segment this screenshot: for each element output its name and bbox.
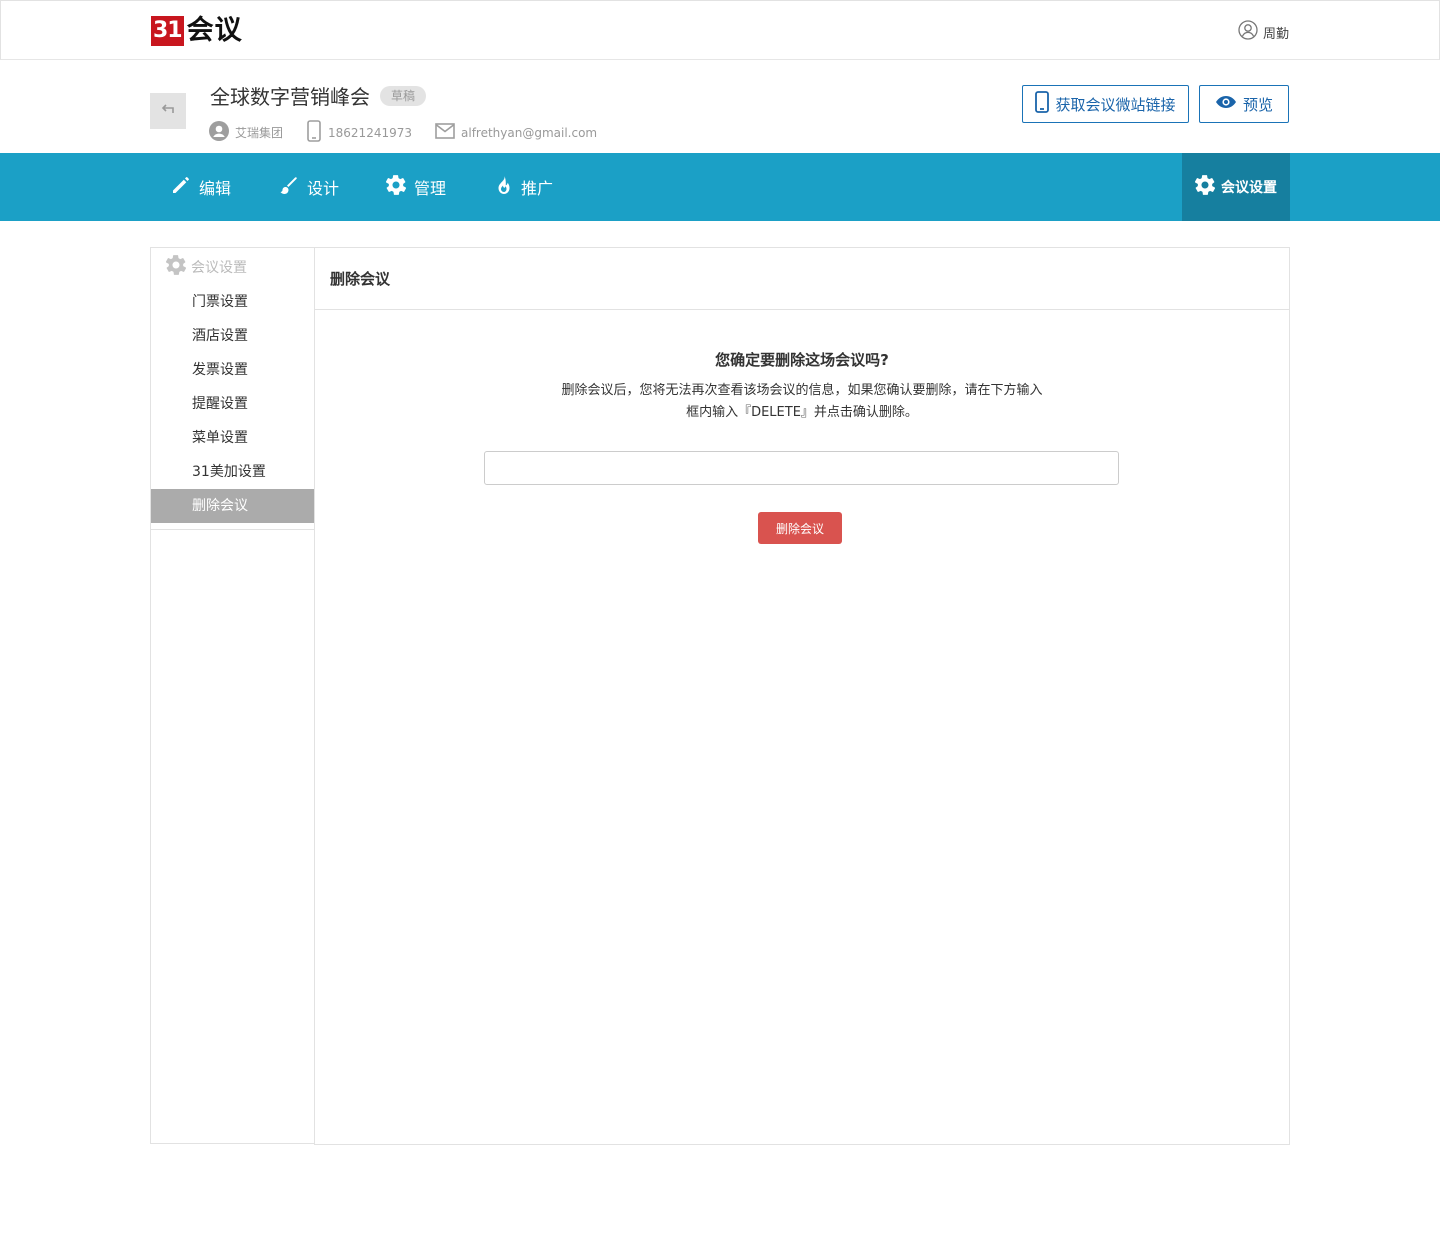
event-meta: 艾瑞集团 18621241973 alfrethyan@gmail.com	[209, 120, 620, 145]
person-icon	[209, 121, 235, 144]
sidebar-divider	[151, 529, 315, 530]
organizer-name: 艾瑞集团	[235, 126, 284, 140]
user-menu[interactable]: 周勤	[1238, 20, 1289, 44]
back-button[interactable]	[150, 93, 186, 129]
sidebar-item-delete-event[interactable]: 删除会议	[151, 489, 315, 523]
sidebar-item-reminder[interactable]: 提醒设置	[151, 387, 315, 421]
phone-info: 18621241973	[306, 120, 412, 145]
sidebar-heading-label: 会议设置	[191, 259, 247, 276]
delete-event-button[interactable]: 删除会议	[758, 512, 842, 544]
pencil-icon	[171, 175, 199, 199]
nav-edit-label: 编辑	[199, 179, 232, 198]
confirm-description-line-1: 删除会议后，您将无法再次查看该场会议的信息，如果您确认要删除，请在下方输入	[561, 383, 1043, 398]
logo-text: 会议	[186, 15, 243, 46]
sidebar-item-menu[interactable]: 菜单设置	[151, 421, 315, 455]
sidebar-item-hotel[interactable]: 酒店设置	[151, 319, 315, 353]
preview-button[interactable]: 预览	[1199, 85, 1289, 123]
nav-manage[interactable]: 管理	[385, 153, 447, 221]
panel-title: 删除会议	[315, 248, 1289, 310]
mail-icon	[435, 123, 461, 142]
nav-design[interactable]: 设计	[279, 153, 339, 221]
sidebar-item-tickets[interactable]: 门票设置	[151, 285, 315, 319]
back-arrow-icon	[159, 100, 177, 122]
gear-icon	[165, 254, 191, 279]
get-microsite-link-button[interactable]: 获取会议微站链接	[1022, 85, 1189, 123]
confirm-description-line-2: 框内输入『DELETE』并点击确认删除。	[686, 405, 918, 420]
delete-event-panel: 删除会议 您确定要删除这场会议吗? 删除会议后，您将无法再次查看该场会议的信息，…	[314, 247, 1290, 1145]
confirm-title: 您确定要删除这场会议吗?	[715, 351, 889, 369]
brush-icon	[279, 175, 307, 199]
user-icon	[1238, 20, 1263, 44]
email-address: alfrethyan@gmail.com	[461, 125, 598, 140]
status-badge: 草稿	[380, 85, 427, 106]
flame-icon	[493, 175, 521, 199]
nav-manage-label: 管理	[414, 179, 447, 198]
nav-promote[interactable]: 推广	[493, 153, 553, 221]
sidebar-item-31meijia[interactable]: 31美加设置	[151, 455, 315, 489]
phone-number: 18621241973	[328, 125, 412, 140]
organizer-info: 艾瑞集团	[209, 121, 283, 144]
email-info: alfrethyan@gmail.com	[435, 123, 597, 142]
phone-icon	[306, 120, 328, 145]
microsite-button-label: 获取会议微站链接	[1055, 95, 1176, 114]
sidebar-item-invoice[interactable]: 发票设置	[151, 353, 315, 387]
gear-icon	[1194, 175, 1221, 199]
nav-promote-label: 推广	[521, 179, 554, 198]
user-name: 周勤	[1262, 26, 1289, 42]
sidebar-heading: 会议设置	[151, 248, 315, 285]
gear-icon	[385, 175, 414, 199]
delete-confirm-input[interactable]	[484, 451, 1119, 485]
nav-design-label: 设计	[307, 179, 340, 198]
top-header: 31 会议 周勤	[0, 0, 1440, 60]
event-title: 全球数字营销峰会	[210, 85, 370, 109]
logo-number: 31	[151, 16, 184, 46]
preview-button-label: 预览	[1242, 95, 1273, 114]
nav-edit[interactable]: 编辑	[171, 153, 231, 221]
main-nav: 编辑 设计 管理 推广 会议设置	[0, 153, 1440, 221]
eye-icon	[1215, 95, 1243, 113]
nav-settings[interactable]: 会议设置	[1182, 153, 1290, 221]
nav-settings-label: 会议设置	[1221, 180, 1277, 196]
mobile-icon	[1035, 91, 1055, 117]
confirm-description: 删除会议后，您将无法再次查看该场会议的信息，如果您确认要删除，请在下方输入 框内…	[535, 380, 1069, 424]
logo[interactable]: 31 会议	[151, 15, 243, 47]
event-title-row: 全球数字营销峰会 草稿	[210, 81, 427, 110]
settings-sidebar: 会议设置 门票设置 酒店设置 发票设置 提醒设置 菜单设置 31美加设置 删除会…	[150, 247, 315, 1144]
